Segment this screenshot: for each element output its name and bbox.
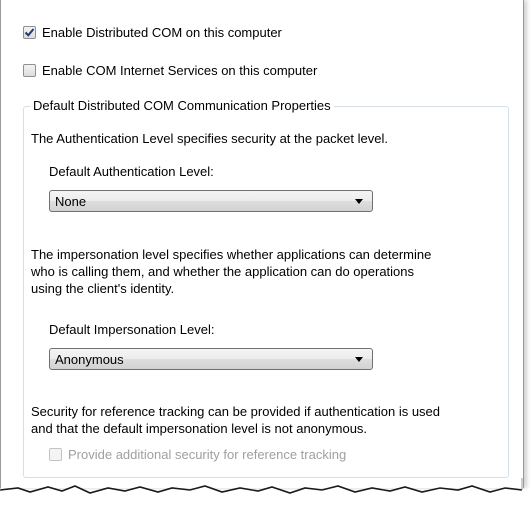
enable-cis-checkbox-row[interactable]: Enable COM Internet Services on this com… <box>23 63 317 78</box>
torn-edge-decoration <box>0 478 532 508</box>
chevron-down-icon <box>355 199 363 204</box>
checkmark-icon <box>24 28 35 37</box>
enable-cis-label: Enable COM Internet Services on this com… <box>42 63 318 78</box>
ref-tracking-description-line2: and that the default impersonation level… <box>31 421 368 436</box>
auth-level-value: None <box>55 193 87 209</box>
enable-cis-checkbox[interactable] <box>23 64 36 77</box>
ref-tracking-checkbox[interactable] <box>49 448 62 461</box>
dcom-properties-group: Default Distributed COM Communication Pr… <box>23 98 509 478</box>
impersonation-description-line3: using the client's identity. <box>31 281 175 296</box>
auth-level-label: Default Authentication Level: <box>49 164 214 179</box>
impersonation-level-value: Anonymous <box>55 351 124 367</box>
ref-tracking-checkbox-row[interactable]: Provide additional security for referenc… <box>49 447 346 462</box>
enable-dcom-label: Enable Distributed COM on this computer <box>42 25 282 40</box>
ref-tracking-description-line1: Security for reference tracking can be p… <box>31 404 441 419</box>
com-properties-panel: Enable Distributed COM on this computer … <box>0 0 524 488</box>
group-title: Default Distributed COM Communication Pr… <box>30 98 334 113</box>
impersonation-level-label: Default Impersonation Level: <box>49 322 215 337</box>
enable-dcom-checkbox[interactable] <box>23 26 36 39</box>
enable-dcom-checkbox-row[interactable]: Enable Distributed COM on this computer <box>23 25 282 40</box>
impersonation-description-line2: who is calling them, and whether the app… <box>31 264 415 279</box>
auth-level-dropdown[interactable]: None <box>49 190 373 212</box>
auth-description: The Authentication Level specifies secur… <box>31 131 388 146</box>
impersonation-description-line1: The impersonation level specifies whethe… <box>31 247 432 262</box>
impersonation-level-dropdown[interactable]: Anonymous <box>49 348 373 370</box>
ref-tracking-label: Provide additional security for referenc… <box>68 447 347 462</box>
chevron-down-icon <box>355 357 363 362</box>
